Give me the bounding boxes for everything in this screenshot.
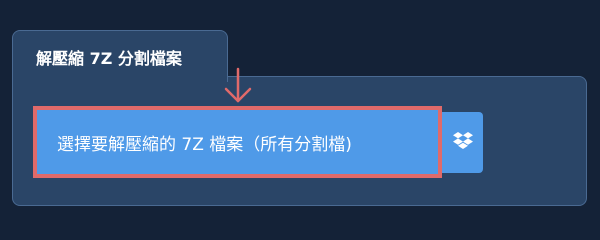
select-file-button[interactable]: 選擇要解壓縮的 7Z 檔案（所有分割檔) — [37, 110, 438, 174]
tab-title: 解壓縮 7Z 分割檔案 — [36, 49, 182, 68]
dropbox-icon — [441, 131, 473, 154]
arrow-down-icon — [224, 67, 252, 103]
tab-connector — [13, 75, 227, 79]
select-file-label: 選擇要解壓縮的 7Z 檔案（所有分割檔) — [57, 134, 352, 155]
